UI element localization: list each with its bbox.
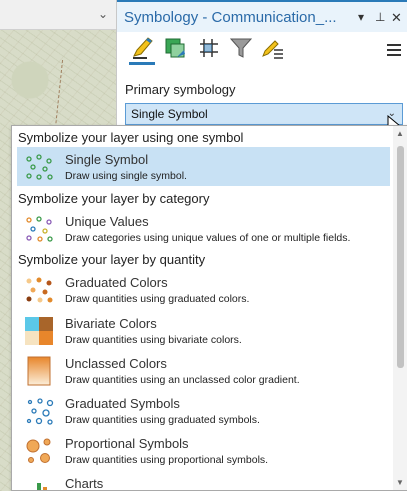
single-symbol-icon: [26, 154, 53, 180]
pin-icon[interactable]: ⊥: [375, 10, 385, 24]
dropdown-scrollbar[interactable]: ▲ ▼: [393, 126, 407, 490]
filter-icon[interactable]: [229, 36, 253, 60]
pane-title-bar: Symbology - Communication_... ▾ ⊥ ✕: [117, 0, 407, 32]
symbology-toolbar: [117, 32, 407, 66]
symbology-type-dropdown[interactable]: Symbolize your layer using one symbol Si…: [11, 125, 407, 491]
group-header-one-symbol: Symbolize your layer using one symbol: [18, 130, 244, 145]
option-single-symbol[interactable]: Single Symbol Draw using single symbol.: [17, 147, 390, 186]
option-description: Draw quantities using graduated symbols.: [65, 414, 260, 426]
option-description: Draw using single symbol.: [65, 170, 187, 182]
proportional-symbols-icon: [26, 438, 51, 463]
option-title: Proportional Symbols: [65, 436, 189, 451]
close-icon[interactable]: ✕: [391, 10, 402, 26]
option-description: Draw quantities using bivariate colors.: [65, 334, 242, 346]
graduated-symbols-icon: [26, 398, 54, 425]
unique-values-icon: [26, 216, 53, 242]
bivariate-colors-icon: [25, 317, 53, 345]
group-header-quantity: Symbolize your layer by quantity: [18, 252, 206, 267]
option-description: Draw categories using unique values of o…: [65, 232, 351, 244]
symbol-layer-drawing-icon[interactable]: [197, 36, 221, 60]
option-title: Graduated Symbols: [65, 396, 180, 411]
scroll-up-icon[interactable]: ▲: [396, 129, 404, 138]
option-title: Unclassed Colors: [65, 356, 167, 371]
option-title: Bivariate Colors: [65, 316, 157, 331]
option-graduated-colors[interactable]: Graduated Colors Draw quantities using g…: [17, 270, 390, 309]
vary-symbology-icon[interactable]: [163, 36, 187, 60]
option-description: Draw quantities using graduated colors.: [65, 293, 250, 305]
pane-title: Symbology - Communication_...: [124, 9, 337, 26]
pane-options-dropdown-icon[interactable]: ▾: [358, 10, 364, 24]
primary-symbology-label: Primary symbology: [125, 82, 236, 97]
scroll-down-icon[interactable]: ▼: [396, 478, 404, 487]
active-tab-indicator: [129, 62, 155, 65]
option-charts[interactable]: Charts: [17, 471, 390, 491]
charts-icon: [37, 483, 47, 490]
label-classes-icon[interactable]: [261, 36, 285, 60]
graduated-colors-icon: [26, 277, 53, 303]
primary-symbology-select[interactable]: Single Symbol ⌄: [125, 103, 403, 125]
option-title: Graduated Colors: [65, 275, 168, 290]
option-description: Draw quantities using proportional symbo…: [65, 454, 269, 466]
option-title: Unique Values: [65, 214, 149, 229]
scroll-thumb[interactable]: [397, 146, 404, 368]
group-header-category: Symbolize your layer by category: [18, 191, 210, 206]
map-tab-bar: ⌄: [0, 0, 116, 30]
option-description: Draw quantities using an unclassed color…: [65, 374, 300, 386]
option-graduated-symbols[interactable]: Graduated Symbols Draw quantities using …: [17, 391, 390, 430]
chevron-down-icon[interactable]: ⌄: [98, 7, 108, 21]
selected-value: Single Symbol: [131, 107, 208, 121]
unclassed-colors-icon: [27, 356, 51, 386]
primary-symbology-icon[interactable]: [131, 36, 155, 60]
option-unique-values[interactable]: Unique Values Draw categories using uniq…: [17, 209, 390, 248]
option-title: Single Symbol: [65, 152, 149, 167]
hamburger-menu-icon[interactable]: [387, 44, 401, 59]
option-proportional-symbols[interactable]: Proportional Symbols Draw quantities usi…: [17, 431, 390, 470]
option-title: Charts: [65, 476, 104, 491]
option-bivariate-colors[interactable]: Bivariate Colors Draw quantities using b…: [17, 311, 390, 350]
option-unclassed-colors[interactable]: Unclassed Colors Draw quantities using a…: [17, 351, 390, 390]
